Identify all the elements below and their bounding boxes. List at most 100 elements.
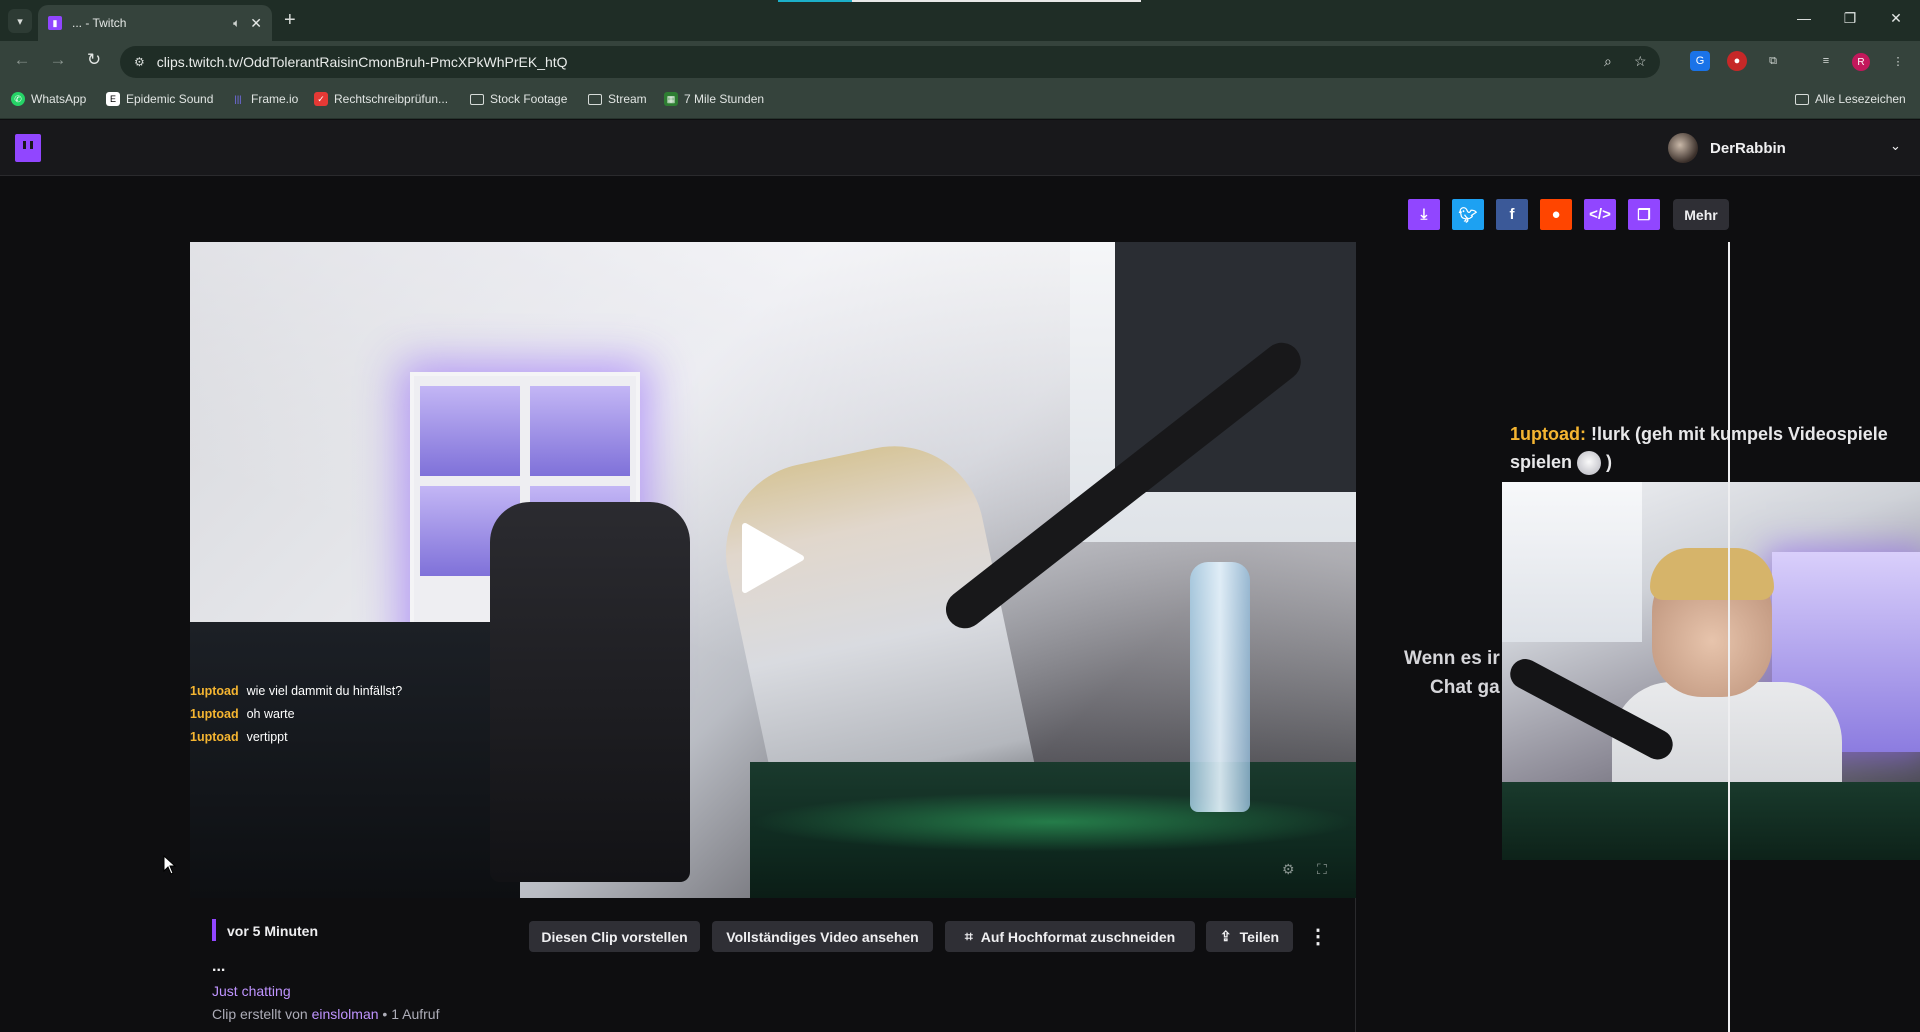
- video-frame-desk: [750, 762, 1356, 898]
- chat-username: 1uptoad: [190, 684, 239, 698]
- overlay-chat-message: 1uptoad: !lurk (geh mit kumpels Videospi…: [1510, 420, 1920, 476]
- facebook-share-button[interactable]: f: [1496, 199, 1528, 230]
- twitch-favicon-icon: ▮: [48, 16, 62, 30]
- webcam-window: [1502, 482, 1642, 642]
- bookmark-7-mile-stunden[interactable]: ▦ 7 Mile Stunden: [664, 92, 764, 106]
- video-chat-overlay: 1uptoad wie viel dammit du hinfällst? 1up…: [190, 680, 670, 749]
- overlay-chat-text-c: ): [1601, 452, 1613, 472]
- creator-link[interactable]: einslolman: [312, 1006, 379, 1022]
- clip-timestamp: vor 5 Minuten: [227, 923, 319, 939]
- play-icon[interactable]: [739, 522, 805, 594]
- webcam-overlay: [1502, 482, 1920, 860]
- crop-portrait-button[interactable]: ⌗ Auf Hochformat zuschneiden: [945, 921, 1195, 952]
- mouse-cursor-icon: [163, 855, 177, 875]
- chat-message: wie viel dammit du hinfällst?: [246, 684, 403, 698]
- bookmark-label: Stream: [608, 92, 647, 106]
- reddit-share-button[interactable]: ●: [1540, 199, 1572, 230]
- address-bar[interactable]: ⚙︎ clips.twitch.tv/OddTolerantRaisinCmon…: [120, 46, 1660, 78]
- credit-prefix: Clip erstellt von: [212, 1006, 312, 1022]
- user-menu-chevron-icon[interactable]: ⌄: [1890, 138, 1901, 154]
- epidemic-sound-icon: E: [106, 92, 120, 106]
- category-link[interactable]: Just chatting: [212, 983, 291, 999]
- copy-link-button[interactable]: ❐: [1628, 199, 1660, 230]
- translate-extension-icon[interactable]: G: [1690, 51, 1710, 71]
- twitch-top-nav: [0, 120, 1920, 176]
- minimize-icon[interactable]: —: [1794, 10, 1814, 26]
- extensions-puzzle-icon[interactable]: ⧉: [1763, 51, 1783, 71]
- new-tab-plus-icon[interactable]: +: [284, 9, 296, 32]
- bookmark-folder-stream[interactable]: Stream: [588, 92, 647, 106]
- tab-close-icon[interactable]: ✕: [250, 15, 262, 32]
- view-count: • 1 Aufruf: [378, 1006, 440, 1022]
- share-button[interactable]: ⇪ Teilen: [1206, 921, 1293, 952]
- watch-full-video-button[interactable]: Vollständiges Video ansehen: [712, 921, 933, 952]
- overlay-chat-username: 1uptoad: [1510, 424, 1580, 444]
- profile-avatar[interactable]: R: [1852, 53, 1870, 71]
- download-icon: ⤓: [1420, 206, 1428, 223]
- chat-username: 1uptoad: [190, 707, 239, 721]
- video-chat-line: 1uptoad vertippt: [190, 726, 670, 749]
- forward-arrow-icon[interactable]: →: [46, 50, 70, 70]
- fullscreen-icon[interactable]: ⛶: [1317, 861, 1327, 878]
- adblock-extension-icon[interactable]: ●: [1727, 51, 1747, 71]
- content-divider: [1355, 898, 1356, 1032]
- share-upload-icon: ⇪: [1219, 928, 1232, 944]
- tab-title: ... - Twitch: [72, 16, 127, 30]
- back-arrow-icon[interactable]: ←: [10, 50, 34, 70]
- webcam-desk: [1502, 782, 1920, 860]
- overlay-divider: [1728, 242, 1730, 1032]
- bookmark-star-icon[interactable]: ☆: [1634, 53, 1647, 70]
- folder-icon: [1795, 93, 1809, 105]
- browser-menu-icon[interactable]: ⋮: [1888, 51, 1908, 71]
- embed-button[interactable]: </>: [1584, 199, 1616, 230]
- audio-playing-icon[interactable]: 🔈︎: [233, 16, 240, 31]
- present-clip-button[interactable]: Diesen Clip vorstellen: [529, 921, 700, 952]
- whatsapp-icon: ✆: [11, 92, 25, 106]
- overlay-chat-text-b: spielen: [1510, 452, 1573, 472]
- media-control-icon[interactable]: ≡: [1816, 51, 1836, 71]
- twitch-logo-icon[interactable]: [15, 134, 41, 162]
- button-label: Auf Hochformat zuschneiden: [980, 928, 1176, 945]
- bookmark-folder-stock-footage[interactable]: Stock Footage: [470, 92, 567, 106]
- site-info-icon[interactable]: ⚙︎: [134, 55, 145, 69]
- cat-emote-icon: [1577, 451, 1602, 476]
- zoom-icon[interactable]: ⌕: [1604, 53, 1612, 70]
- download-button[interactable]: ⤓: [1408, 199, 1440, 230]
- clip-credit: Clip erstellt von einslolman • 1 Aufruf: [212, 1006, 439, 1022]
- loading-progress-bar: [778, 0, 852, 2]
- clip-video-player[interactable]: 1uptoad wie viel dammit du hinfällst? 1up…: [190, 242, 1356, 898]
- bookmark-label: 7 Mile Stunden: [684, 92, 765, 106]
- chat-username: 1uptoad: [190, 730, 239, 744]
- more-options-kebab-icon[interactable]: ⋮: [1308, 924, 1328, 949]
- reddit-icon: ●: [1551, 206, 1561, 223]
- window-close-icon[interactable]: ✕: [1886, 10, 1906, 27]
- twitter-share-button[interactable]: 🐦︎: [1452, 199, 1484, 230]
- twitter-icon: 🐦︎: [1458, 206, 1478, 224]
- bookmark-label: Rechtschreibprüfun...: [334, 92, 449, 106]
- chat-message: vertippt: [246, 730, 288, 744]
- restore-icon[interactable]: ❐: [1840, 10, 1860, 27]
- settings-gear-icon[interactable]: ⚙︎: [1282, 861, 1295, 878]
- more-button[interactable]: Mehr: [1673, 199, 1729, 230]
- timestamp-accent-bar: [212, 919, 216, 941]
- overlay-caption-line-2: Chat ga: [1430, 677, 1500, 698]
- clip-title-ellipsis: ...: [212, 958, 226, 975]
- bookmark-label: Stock Footage: [490, 92, 568, 106]
- folder-icon: [470, 93, 484, 105]
- frameio-icon: |||: [234, 94, 242, 104]
- browser-tab[interactable]: ▮ ... - Twitch 🔈︎ ✕: [38, 5, 272, 41]
- avatar[interactable]: [1668, 133, 1698, 163]
- bookmark-rechtschreibpruefung[interactable]: ✓ Rechtschreibprüfun...: [314, 92, 448, 106]
- tab-search-chevron-icon[interactable]: ▾: [8, 9, 32, 33]
- reload-icon[interactable]: ↻: [82, 50, 106, 70]
- bookmarks-bar: ✆ WhatsApp E Epidemic Sound ||| Frame.io…: [0, 83, 1920, 119]
- bookmark-whatsapp[interactable]: ✆ WhatsApp: [11, 92, 86, 106]
- sheets-icon: ▦: [664, 92, 678, 106]
- bookmark-label: Frame.io: [251, 92, 299, 106]
- embed-code-icon: </>: [1589, 206, 1611, 223]
- all-bookmarks-folder[interactable]: Alle Lesezeichen: [1795, 92, 1906, 106]
- bookmark-frameio[interactable]: ||| Frame.io: [231, 92, 298, 106]
- username[interactable]: DerRabbin: [1710, 140, 1786, 157]
- url-text: clips.twitch.tv/OddTolerantRaisinCmonBru…: [156, 54, 568, 70]
- bookmark-epidemic-sound[interactable]: E Epidemic Sound: [106, 92, 213, 106]
